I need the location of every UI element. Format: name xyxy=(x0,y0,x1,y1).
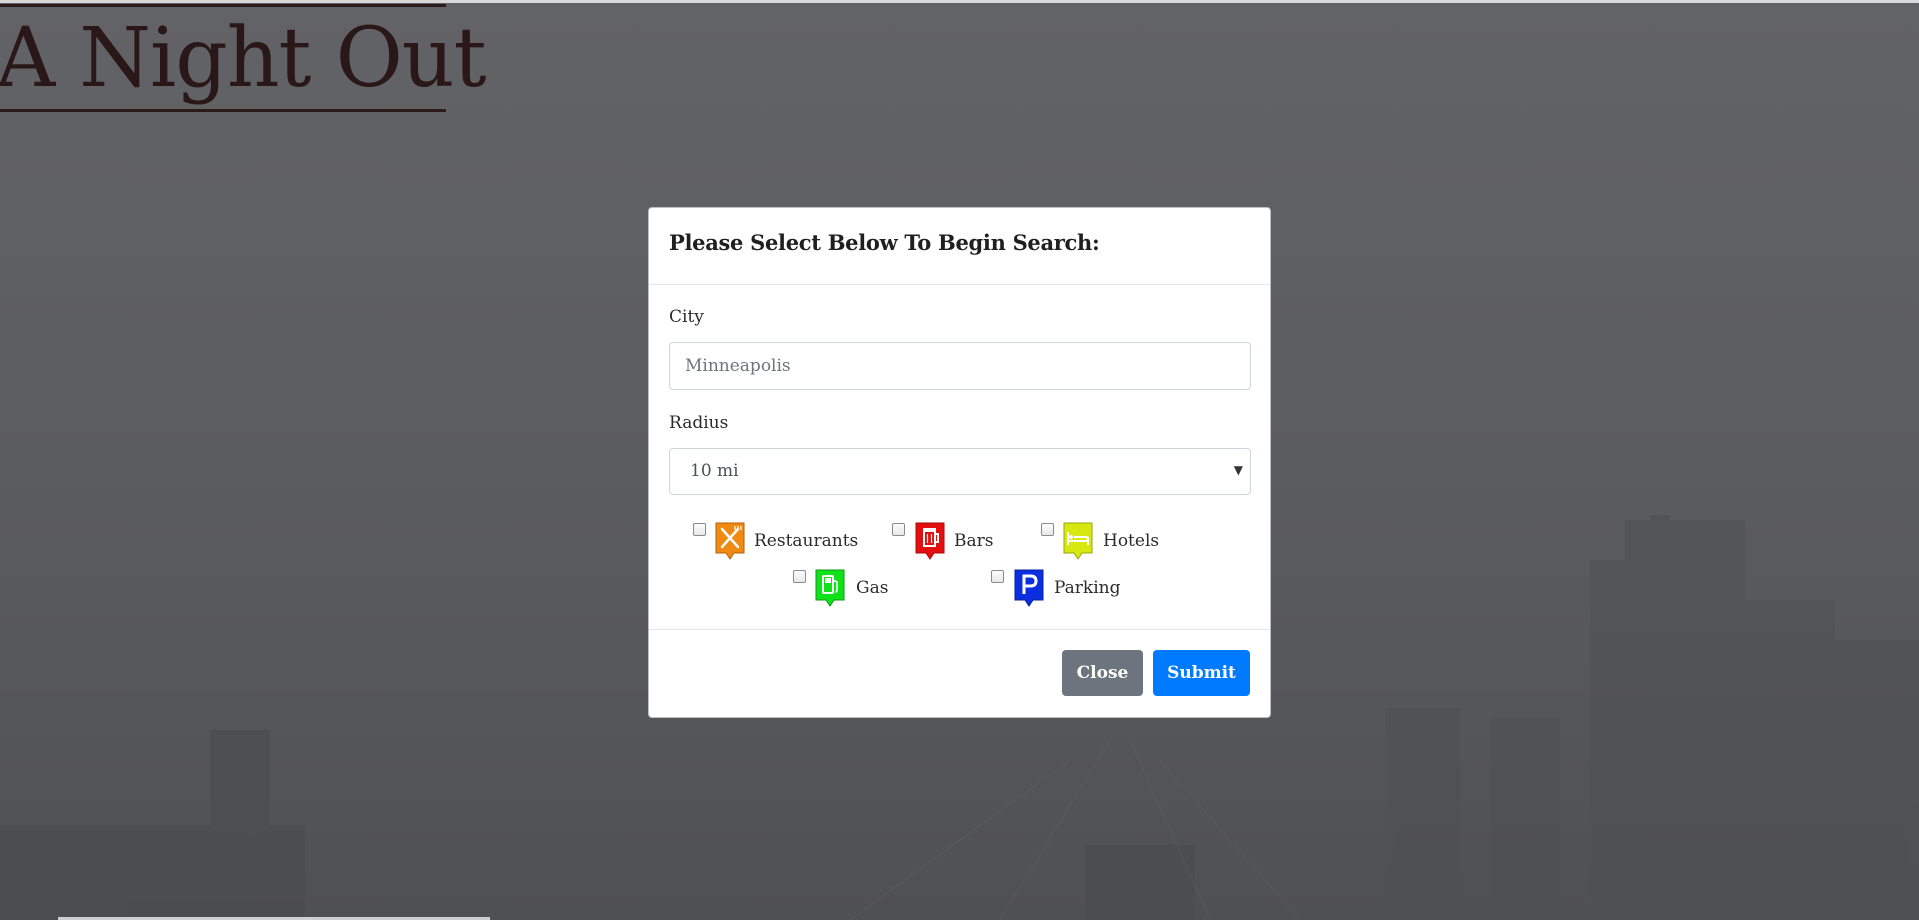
hotels-checkbox[interactable] xyxy=(1041,523,1054,536)
restaurants-label: Restaurants xyxy=(754,531,859,551)
page-background: A Night Out Please Select Below To Begin… xyxy=(0,0,1919,920)
modal-footer: Close Submit xyxy=(649,629,1270,717)
modal-body: City Radius 10 mi ▼ xyxy=(649,285,1270,637)
category-option-restaurants[interactable]: Restaurants xyxy=(693,522,873,563)
city-input[interactable] xyxy=(669,342,1251,390)
category-option-parking[interactable]: Parking xyxy=(991,569,1131,610)
search-modal: Please Select Below To Begin Search: Cit… xyxy=(648,207,1271,718)
hotel-marker-icon xyxy=(1063,522,1093,560)
gas-checkbox[interactable] xyxy=(793,570,806,583)
category-option-hotels[interactable]: Hotels xyxy=(1041,522,1171,563)
top-rule xyxy=(0,0,1919,3)
restaurants-checkbox[interactable] xyxy=(693,523,706,536)
radius-selected-value: 10 mi xyxy=(690,461,739,481)
bar-marker-icon xyxy=(915,522,945,560)
parking-checkbox[interactable] xyxy=(991,570,1004,583)
city-label: City xyxy=(669,307,704,327)
bars-checkbox[interactable] xyxy=(892,523,905,536)
restaurant-marker-icon xyxy=(715,522,745,560)
submit-button[interactable]: Submit xyxy=(1153,650,1250,696)
category-option-bars[interactable]: Bars xyxy=(892,522,1002,563)
bars-label: Bars xyxy=(954,531,994,551)
modal-title: Please Select Below To Begin Search: xyxy=(669,230,1100,255)
radius-label: Radius xyxy=(669,413,729,433)
brand-title: A Night Out xyxy=(0,11,487,106)
radius-select[interactable]: 10 mi ▼ xyxy=(669,448,1251,495)
brand-logo[interactable]: A Night Out xyxy=(0,4,487,112)
parking-label: Parking xyxy=(1054,578,1121,598)
category-option-gas[interactable]: Gas xyxy=(793,569,903,610)
close-button[interactable]: Close xyxy=(1062,650,1143,696)
gas-marker-icon xyxy=(815,569,845,607)
modal-header: Please Select Below To Begin Search: xyxy=(649,208,1270,285)
gas-label: Gas xyxy=(856,578,889,598)
parking-marker-icon xyxy=(1014,569,1044,607)
chevron-down-icon: ▼ xyxy=(1233,463,1243,477)
hotels-label: Hotels xyxy=(1103,531,1160,551)
